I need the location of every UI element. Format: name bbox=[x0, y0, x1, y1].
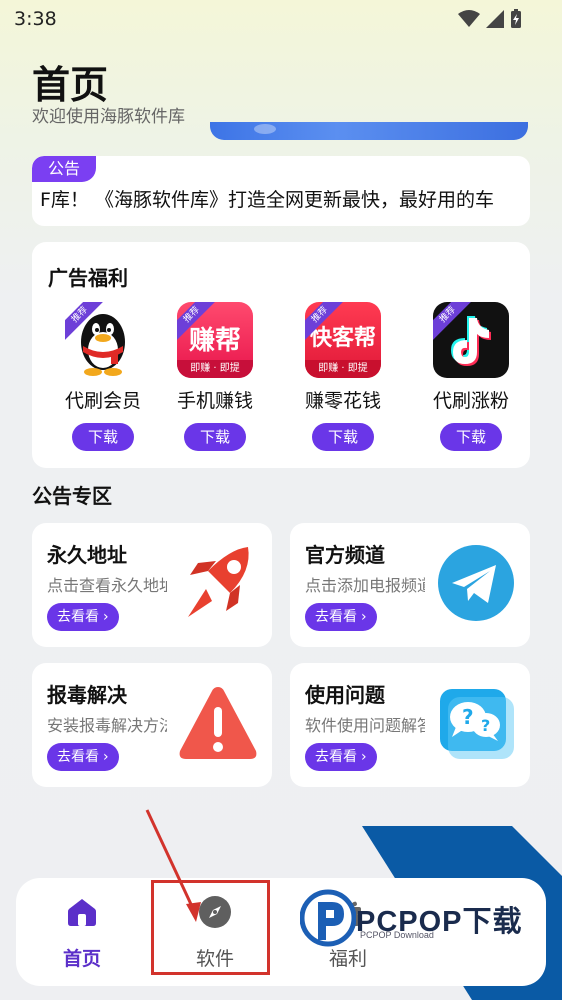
kuaikebang-icon: 快客帮 即赚 · 即提 推荐 bbox=[305, 302, 381, 378]
tile-desc: 软件使用问题解答 bbox=[305, 716, 425, 735]
ad-item-name: 赚零花钱 bbox=[304, 390, 381, 412]
status-time: 3:38 bbox=[14, 8, 57, 30]
battery-icon bbox=[511, 9, 521, 28]
tab-home[interactable]: 首页 bbox=[16, 878, 148, 986]
ad-item-name: 代刷会员 bbox=[64, 390, 141, 412]
announcement-tile[interactable]: 官方频道 点击添加电报频道 去看看 › bbox=[290, 523, 530, 647]
tile-title: 使用问题 bbox=[305, 683, 385, 707]
signal-icon bbox=[486, 10, 504, 28]
banner-decoration bbox=[254, 124, 276, 134]
notice-bar[interactable]: 公告 F库！ 《海豚软件库》打造全网更新最快，最好用的车 bbox=[32, 156, 530, 226]
announcement-tile[interactable]: 使用问题 软件使用问题解答 去看看 › ? ? bbox=[290, 663, 530, 787]
kuaikebang-icon-sub: 即赚 · 即提 bbox=[305, 360, 381, 378]
page-title: 首页 bbox=[32, 63, 109, 107]
notice-marquee-text: F库！ 《海豚软件库》打造全网更新最快，最好用的车 bbox=[40, 189, 494, 211]
tile-desc: 点击查看永久地址 bbox=[47, 576, 167, 595]
ad-item-name: 手机赚钱 bbox=[176, 390, 253, 412]
home-icon bbox=[64, 894, 100, 930]
tile-desc: 点击添加电报频道 bbox=[305, 576, 425, 595]
chevron-right-icon: › bbox=[103, 609, 109, 625]
go-see-label: 去看看 bbox=[315, 609, 357, 625]
warning-icon bbox=[179, 687, 257, 759]
zhuan-bang-icon: 赚帮 即赚 · 即提 推荐 bbox=[177, 302, 253, 378]
go-see-button[interactable]: 去看看 › bbox=[47, 743, 119, 771]
download-button[interactable]: 下载 bbox=[440, 423, 502, 451]
ad-item[interactable]: 快客帮 即赚 · 即提 推荐 赚零花钱 下载 bbox=[288, 302, 398, 462]
telegram-icon bbox=[438, 545, 514, 621]
chevron-right-icon: › bbox=[361, 749, 367, 765]
download-button[interactable]: 下载 bbox=[72, 423, 134, 451]
announcement-tile[interactable]: 永久地址 点击查看永久地址 去看看 › bbox=[32, 523, 272, 647]
rocket-icon bbox=[188, 547, 249, 617]
announcements-title: 公告专区 bbox=[32, 484, 112, 508]
go-see-button[interactable]: 去看看 › bbox=[305, 743, 377, 771]
ads-card: 广告福利 推荐 代刷会员 下载 赚帮 即赚 · 即提 推荐 手机赚钱 下载 快客… bbox=[32, 242, 530, 468]
wifi-icon bbox=[458, 10, 480, 27]
go-see-label: 去看看 bbox=[315, 749, 357, 765]
svg-text:?: ? bbox=[462, 705, 474, 729]
chevron-right-icon: › bbox=[103, 749, 109, 765]
banner-carousel[interactable] bbox=[210, 122, 528, 140]
announcement-tile[interactable]: 报毒解决 安装报毒解决方法 去看看 › bbox=[32, 663, 272, 787]
qq-penguin-icon: 推荐 bbox=[65, 302, 141, 378]
download-button[interactable]: 下载 bbox=[312, 423, 374, 451]
chevron-right-icon: › bbox=[361, 609, 367, 625]
go-see-button[interactable]: 去看看 › bbox=[47, 603, 119, 631]
question-chat-icon: ? ? bbox=[440, 689, 514, 759]
go-see-button[interactable]: 去看看 › bbox=[305, 603, 377, 631]
ad-item[interactable]: 推荐 代刷会员 下载 bbox=[48, 302, 158, 462]
tile-title: 官方频道 bbox=[305, 543, 385, 567]
go-see-label: 去看看 bbox=[57, 609, 99, 625]
notice-tag: 公告 bbox=[32, 156, 97, 182]
tab-home-label: 首页 bbox=[62, 948, 101, 970]
tile-title: 报毒解决 bbox=[47, 683, 127, 707]
tile-title: 永久地址 bbox=[47, 543, 127, 567]
tiktok-icon: 推荐 bbox=[433, 302, 509, 378]
zhuan-bang-icon-sub: 即赚 · 即提 bbox=[177, 360, 253, 378]
pcpop-logo bbox=[300, 889, 356, 947]
status-bar: 3:38 bbox=[0, 0, 562, 38]
ads-title: 广告福利 bbox=[48, 266, 128, 290]
ad-item[interactable]: 赚帮 即赚 · 即提 推荐 手机赚钱 下载 bbox=[160, 302, 270, 462]
ad-item[interactable]: 推荐 代刷涨粉 下载 bbox=[416, 302, 526, 462]
ad-item-name: 代刷涨粉 bbox=[432, 390, 509, 412]
tile-desc: 安装报毒解决方法 bbox=[47, 716, 167, 735]
go-see-label: 去看看 bbox=[57, 749, 99, 765]
download-button[interactable]: 下载 bbox=[184, 423, 246, 451]
highlight-box bbox=[151, 880, 270, 975]
status-icons bbox=[458, 9, 522, 29]
svg-text:?: ? bbox=[481, 716, 490, 735]
page-subtitle: 欢迎使用海豚软件库 bbox=[32, 107, 185, 127]
watermark-subtext: PCPOP Download bbox=[360, 930, 434, 940]
pcpop-watermark: PCPOP下载 PCPOP Download bbox=[300, 888, 550, 950]
